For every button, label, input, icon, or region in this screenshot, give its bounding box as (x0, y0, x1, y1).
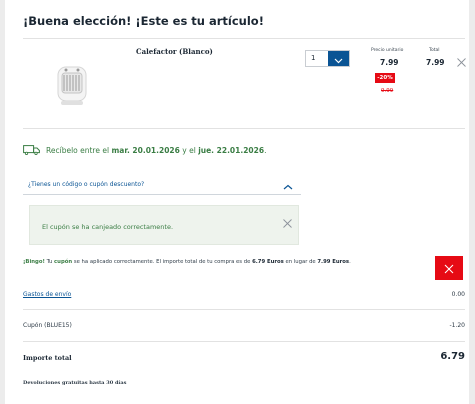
delivery-date-from: mar. 20.01.2026 (111, 145, 180, 155)
delivery-date-to: jue. 22.01.2026 (198, 145, 265, 155)
unit-price: 7.99 (380, 58, 399, 67)
close-alert-button[interactable] (283, 213, 292, 228)
coupon-toggle-label: ¿Tienes un código o cupón descuento? (28, 180, 145, 188)
quantity-select[interactable]: 1 (305, 50, 350, 67)
bingo-old-total: 7.99 Euros (317, 259, 350, 265)
shipping-costs-link[interactable]: Gastos de envío (23, 291, 71, 298)
bingo-text: Tu (44, 259, 55, 265)
close-icon (457, 52, 466, 71)
coupon-applied-notice: ¡Bingo! Tu cupón se ha aplicado correcta… (23, 259, 351, 265)
item-total: 7.99 (426, 58, 445, 67)
cart-panel: ¡Buena elección! ¡Este es tu artículo! C… (5, 0, 469, 404)
coupon-success-alert: El cupón se ha canjeado correctamente. (29, 205, 299, 245)
coupon-success-message: El cupón se ha canjeado correctamente. (42, 223, 174, 231)
total-label: Total (429, 48, 440, 53)
coupon-label: Cupón (BLUE15) (23, 322, 72, 329)
coupon-value: -1.20 (449, 322, 465, 329)
divider (23, 38, 465, 39)
divider (23, 309, 465, 310)
product-image (47, 61, 97, 111)
delivery-suffix: . (264, 145, 267, 155)
quantity-value: 1 (311, 54, 316, 62)
divider (23, 128, 465, 129)
bingo-new-total: 6.79 Euros (252, 259, 284, 265)
remove-coupon-button[interactable] (435, 256, 463, 280)
divider (23, 341, 465, 342)
truck-icon (23, 145, 40, 155)
bingo-coupon-word: cupón (54, 259, 73, 265)
page-title: ¡Buena elección! ¡Este es tu artículo! (23, 14, 264, 28)
returns-note: Devoluciones gratuitas hasta 30 días (23, 380, 127, 386)
total-amount-label: Importe total (23, 354, 72, 362)
total-amount-value: 6.79 (440, 351, 465, 362)
chevron-up-icon (283, 175, 293, 194)
product-name[interactable]: Calefactor (Blanco) (136, 47, 213, 56)
coupon-toggle-underline (23, 194, 301, 195)
shipping-value: 0.00 (451, 291, 465, 298)
coupon-toggle[interactable]: ¿Tienes un código o cupón descuento? (23, 174, 301, 194)
delivery-prefix: Recíbelo entre el (46, 145, 110, 155)
chevron-down-icon (334, 49, 343, 68)
delivery-middle: y el (182, 145, 196, 155)
bingo-text: en lugar de (283, 259, 318, 265)
close-icon (444, 259, 454, 278)
old-price: 9.99 (381, 88, 394, 94)
bingo-text: . (349, 259, 351, 265)
bingo-lead: ¡Bingo! (23, 259, 45, 265)
unit-price-label: Precio unitario (371, 48, 404, 53)
delivery-estimate: Recíbelo entre el mar. 20.01.2026 y el j… (23, 145, 266, 155)
quantity-dropdown-button[interactable] (327, 49, 349, 68)
discount-badge: -20% (375, 73, 395, 83)
bingo-text: se ha aplicado correctamente. El importe… (72, 259, 253, 265)
remove-item-button[interactable] (457, 52, 466, 67)
